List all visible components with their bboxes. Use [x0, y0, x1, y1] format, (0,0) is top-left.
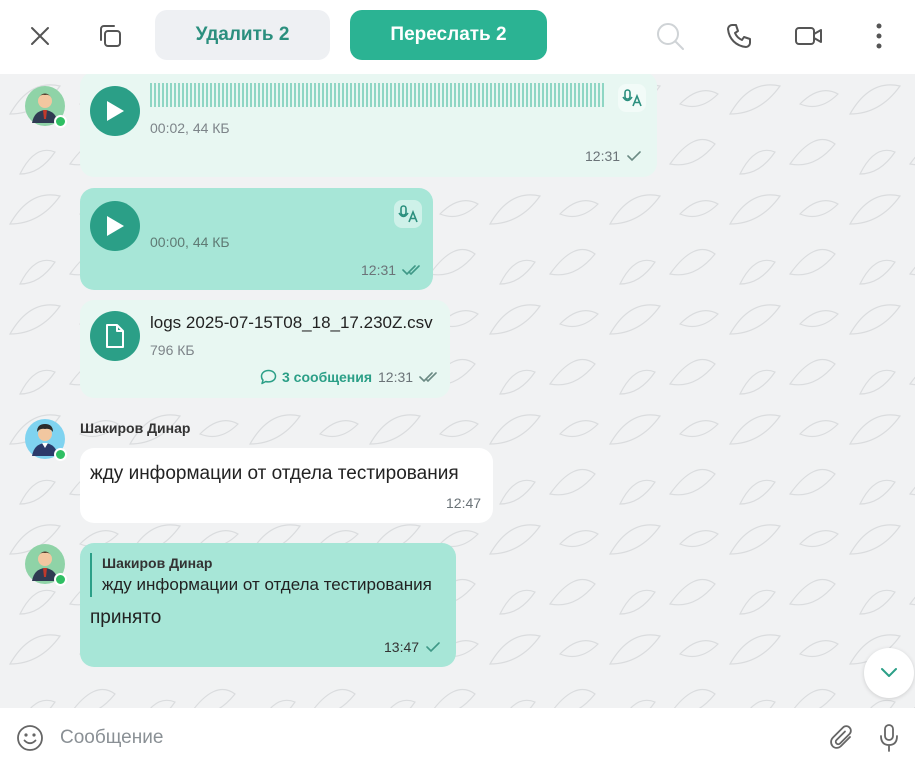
message-text: жду информации от отдела тестирования: [90, 463, 459, 484]
double-check-icon: [402, 265, 420, 276]
sender-name[interactable]: Шакиров Динар: [80, 420, 190, 436]
message-time: 12:47: [446, 495, 481, 511]
avatar[interactable]: [25, 419, 67, 461]
play-button[interactable]: [90, 201, 140, 251]
message-input[interactable]: [60, 724, 800, 752]
phone-icon[interactable]: [720, 17, 758, 55]
microphone-icon[interactable]: [872, 721, 906, 755]
time-label: 12:47: [446, 495, 482, 511]
time-label: 12:31: [361, 262, 397, 278]
message-text: принято: [90, 607, 162, 628]
search-icon[interactable]: [651, 17, 689, 55]
voice-duration-size: 00:00, 44 КБ: [150, 234, 230, 250]
transcribe-icon[interactable]: [394, 200, 422, 228]
online-indicator: [54, 573, 67, 586]
message-time: 12:31: [378, 369, 439, 385]
emoji-icon[interactable]: [14, 722, 46, 754]
reply-message-bubble-selected[interactable]: Шакиров Динар жду информации от отдела т…: [80, 543, 456, 667]
scroll-to-bottom-button[interactable]: [864, 648, 914, 698]
quote-text: жду информации от отдела тестирования: [102, 575, 432, 594]
forward-selected-button[interactable]: Переслать 2: [350, 10, 547, 60]
text-message-bubble[interactable]: жду информации от отдела тестирования 12…: [80, 448, 493, 523]
avatar[interactable]: [25, 86, 67, 128]
selection-toolbar: Удалить 2 Переслать 2: [0, 0, 915, 74]
attach-icon[interactable]: [826, 721, 860, 755]
chevron-down-icon: [881, 668, 897, 677]
thread-link[interactable]: 3 сообщения: [260, 369, 372, 385]
voice-message-bubble-selected[interactable]: 00:00, 44 КБ 12:31: [80, 188, 433, 290]
file-size: 796 КБ: [150, 342, 195, 358]
voice-duration-size: 00:02, 44 КБ: [150, 120, 230, 136]
delete-selected-button[interactable]: Удалить 2: [155, 10, 330, 60]
message-time: 13:47: [384, 639, 441, 655]
check-icon: [627, 151, 641, 162]
time-label: 12:31: [585, 148, 621, 164]
time-label: 12:31: [378, 369, 414, 385]
waveform[interactable]: [150, 82, 608, 108]
file-name[interactable]: logs 2025-07-15T08_18_17.230Z.csv: [150, 313, 433, 333]
avatar[interactable]: [25, 544, 67, 586]
file-icon[interactable]: [90, 311, 140, 361]
online-indicator: [54, 115, 67, 128]
comment-icon: [260, 369, 277, 385]
quote-sender: Шакиров Динар: [102, 555, 213, 571]
check-icon: [426, 642, 440, 653]
copy-icon[interactable]: [91, 17, 129, 55]
video-icon[interactable]: [790, 17, 828, 55]
file-message-bubble[interactable]: logs 2025-07-15T08_18_17.230Z.csv 796 КБ…: [80, 300, 450, 398]
time-label: 13:47: [384, 639, 420, 655]
close-icon[interactable]: [22, 18, 58, 54]
voice-message-bubble[interactable]: 00:02, 44 КБ 12:31: [80, 74, 657, 177]
transcribe-icon[interactable]: [618, 84, 646, 112]
chat-area[interactable]: 00:02, 44 КБ 12:31 00:00, 44 КБ 12:31 lo…: [0, 74, 915, 708]
reply-quote[interactable]: Шакиров Динар жду информации от отдела т…: [90, 553, 432, 597]
more-icon[interactable]: [864, 17, 894, 55]
message-time: 12:31: [361, 262, 422, 278]
play-button[interactable]: [90, 86, 140, 136]
thread-count-label: 3 сообщения: [282, 369, 373, 385]
double-check-icon: [419, 372, 437, 383]
message-composer: [0, 708, 915, 765]
online-indicator: [54, 448, 67, 461]
message-time: 12:31: [585, 148, 642, 164]
